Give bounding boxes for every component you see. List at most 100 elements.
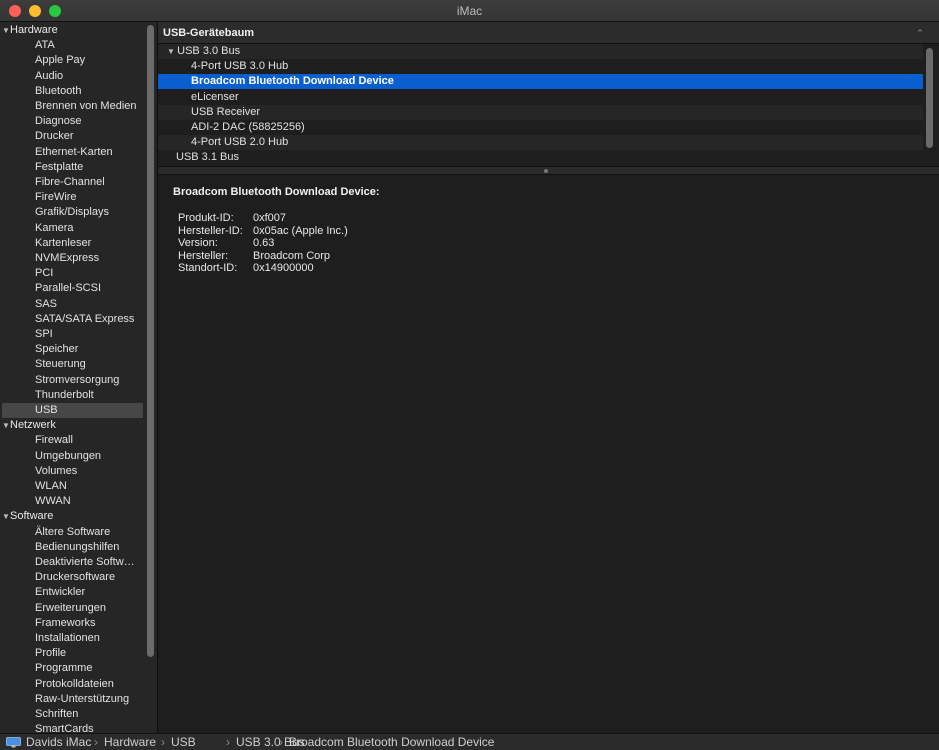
sidebar-group-label: Netzwerk — [10, 419, 56, 432]
tree-row-label: Broadcom Bluetooth Download Device — [191, 75, 394, 88]
property-key: Hersteller: — [178, 249, 229, 262]
sidebar-item-audio[interactable]: Audio — [2, 69, 143, 84]
sidebar-item-raw-unterstützung[interactable]: Raw-Unterstützung — [2, 692, 143, 707]
sidebar-item-protokolldateien[interactable]: Protokolldateien — [2, 677, 143, 692]
tree-row-label: USB 3.1 Bus — [176, 151, 239, 164]
tree-row-label: eLicenser — [191, 90, 239, 103]
sidebar-item-ata[interactable]: ATA — [2, 38, 143, 53]
chevron-up-icon[interactable]: ⌃ — [913, 28, 927, 40]
device-detail-pane: Broadcom Bluetooth Download Device: Prod… — [158, 175, 939, 733]
imac-icon — [6, 737, 21, 748]
tree-row-label: USB Receiver — [191, 105, 261, 118]
sidebar-scrollbar[interactable] — [147, 25, 154, 657]
sidebar-item-fibre-channel[interactable]: Fibre-Channel — [2, 175, 143, 190]
sidebar-item-thunderbolt[interactable]: Thunderbolt — [2, 388, 143, 403]
sidebar-item-parallel-scsi[interactable]: Parallel-SCSI — [2, 281, 143, 296]
sidebar-group-netzwerk[interactable]: ▼Netzwerk — [2, 418, 56, 433]
sidebar-group-software[interactable]: ▼Software — [2, 509, 53, 524]
sidebar-item-wlan[interactable]: WLAN — [2, 479, 143, 494]
breadcrumb-item[interactable]: Hardware — [104, 735, 156, 750]
sidebar-group-label: Software — [10, 510, 54, 523]
device-tree-title: USB-Gerätebaum — [163, 27, 255, 39]
disclosure-triangle-icon[interactable]: ▼ — [2, 418, 10, 433]
sidebar-item-wwan[interactable]: WWAN — [2, 494, 143, 509]
breadcrumb-item[interactable]: USB — [171, 735, 196, 750]
property-key: Produkt-ID: — [178, 212, 234, 224]
breadcrumb-separator-icon: › — [226, 735, 230, 749]
sidebar-item-sas[interactable]: SAS — [2, 297, 143, 312]
sidebar-item-schriften[interactable]: Schriften — [2, 707, 143, 722]
property-row: Hersteller-ID: 0x05ac (Apple Inc.) — [178, 225, 348, 237]
path-bar: Davids iMac › Hardware › USB › USB 3.0 Bus › Bro… — [0, 733, 939, 750]
tree-row[interactable]: 4-Port USB 2.0 Hub — [158, 135, 923, 151]
property-value: 0.63 — [253, 237, 275, 250]
sidebar-item-speicher[interactable]: Speicher — [2, 342, 143, 357]
sidebar-item-kamera[interactable]: Kamera — [2, 221, 143, 236]
tree-row-label: ADI-2 DAC (58825256) — [191, 121, 305, 133]
sidebar-item-entwickler[interactable]: Entwickler — [2, 585, 143, 600]
tree-row-label: 4-Port USB 3.0 Hub — [191, 60, 289, 73]
property-key: Hersteller-ID: — [178, 224, 243, 237]
splitter-handle-icon[interactable] — [544, 169, 548, 173]
tree-row[interactable]: USB Receiver — [158, 104, 923, 120]
sidebar-item-smartcards[interactable]: SmartCards — [2, 722, 143, 733]
sidebar-item-installationen[interactable]: Installationen — [2, 631, 143, 646]
sidebar-item-apple-pay[interactable]: Apple Pay — [2, 53, 143, 68]
sidebar-item-profile[interactable]: Profile — [2, 646, 143, 661]
sidebar-item-brennen-von-medien[interactable]: Brennen von Medien — [2, 99, 143, 114]
sidebar-item-ethernet-karten[interactable]: Ethernet-Karten — [2, 145, 143, 160]
sidebar-item-festplatte[interactable]: Festplatte — [2, 160, 143, 175]
breadcrumb-separator-icon: › — [279, 735, 283, 749]
sidebar-item-druckersoftware[interactable]: Druckersoftware — [2, 570, 143, 585]
device-tree-header[interactable]: USB-Gerätebaum ⌃ — [158, 22, 939, 44]
tree-row[interactable]: eLicenser — [158, 89, 923, 105]
sidebar-item-grafik-displays[interactable]: Grafik/Displays — [2, 205, 143, 220]
sidebar-item-umgebungen[interactable]: Umgebungen — [2, 449, 143, 464]
tree-row[interactable]: 4-Port USB 3.0 Hub — [158, 59, 923, 75]
usb-device-tree: ▼ USB 3.0 Bus 4-Port USB 3.0 Hub Broadcom … — [158, 44, 923, 167]
sidebar-item-sata-sata-express[interactable]: SATA/SATA Express — [2, 312, 143, 327]
sidebar-item-erweiterungen[interactable]: Erweiterungen — [2, 601, 143, 616]
sidebar-item-deaktivierte-softw[interactable]: Deaktivierte Softw… — [2, 555, 143, 570]
sidebar-item-volumes[interactable]: Volumes — [2, 464, 143, 479]
system-information-window: iMac ▼Hardware ATA Apple Pay Audio Bluetooth… — [0, 0, 939, 750]
sidebar-item-pci[interactable]: PCI — [2, 266, 143, 281]
disclosure-triangle-icon[interactable]: ▼ — [2, 23, 10, 38]
property-row: Produkt-ID: 0xf007 — [178, 212, 286, 224]
sidebar-item-spi[interactable]: SPI — [2, 327, 143, 342]
property-row: Hersteller: Broadcom Corp — [178, 250, 330, 262]
sidebar-item-diagnose[interactable]: Diagnose — [2, 114, 143, 129]
sidebar-group-hardware[interactable]: ▼Hardware — [2, 23, 58, 38]
property-row: Version: 0.63 — [178, 237, 274, 249]
sidebar-item-usb[interactable]: USB — [2, 403, 143, 418]
tree-row[interactable]: ADI-2 DAC (58825256) — [158, 120, 923, 135]
sidebar-item-steuerung[interactable]: Steuerung — [2, 357, 143, 372]
tree-row[interactable]: ▼ USB 3.0 Bus — [158, 44, 923, 59]
sidebar-item-bluetooth[interactable]: Bluetooth — [2, 84, 143, 99]
tree-row[interactable]: USB 3.1 Bus — [158, 150, 923, 166]
sidebar-item-firewire[interactable]: FireWire — [2, 190, 143, 205]
sidebar-item-programme[interactable]: Programme — [2, 661, 143, 676]
disclosure-triangle-icon[interactable]: ▼ — [2, 509, 10, 524]
sidebar-item-frameworks[interactable]: Frameworks — [2, 616, 143, 631]
breadcrumb-item[interactable]: Davids iMac — [26, 735, 91, 750]
sidebar-item-kartenleser[interactable]: Kartenleser — [2, 236, 143, 251]
split-view-divider[interactable] — [158, 166, 939, 175]
tree-row[interactable]: Broadcom Bluetooth Download Device — [158, 74, 923, 90]
sidebar: ▼Hardware ATA Apple Pay Audio Bluetooth Brenn… — [0, 22, 157, 733]
breadcrumb-separator-icon: › — [161, 735, 165, 749]
device-tree-scrollbar[interactable] — [926, 48, 933, 148]
property-key: Version: — [178, 237, 218, 250]
sidebar-item-drucker[interactable]: Drucker — [2, 129, 143, 144]
sidebar-item-nvmexpress[interactable]: NVMExpress — [2, 251, 143, 266]
sidebar-item-stromversorgung[interactable]: Stromversorgung — [2, 373, 143, 388]
window-title: iMac — [456, 4, 483, 18]
breadcrumb-separator-icon: › — [94, 735, 98, 749]
disclosure-triangle-icon[interactable]: ▼ — [167, 47, 177, 56]
sidebar-group-label: Hardware — [10, 24, 58, 36]
detail-title: Broadcom Bluetooth Download Device: — [173, 186, 380, 198]
breadcrumb-item[interactable]: Broadcom Bluetooth Download Device — [289, 735, 494, 750]
sidebar-item-ältere-software[interactable]: Ältere Software — [2, 525, 143, 540]
sidebar-item-bedienungshilfen[interactable]: Bedienungshilfen — [2, 540, 143, 555]
sidebar-item-firewall[interactable]: Firewall — [2, 433, 143, 448]
